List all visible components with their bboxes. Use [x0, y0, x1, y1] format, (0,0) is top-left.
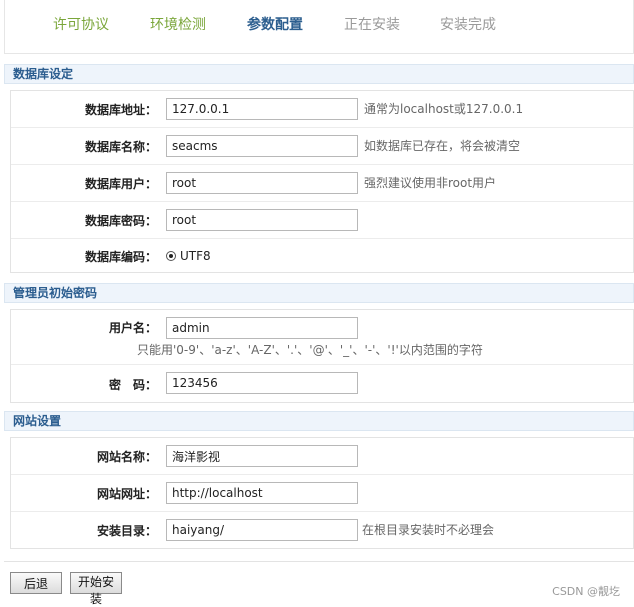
site-url-input[interactable]: [166, 482, 358, 504]
admin-settings-panel: 用户名： 只能用'0-9'、'a-z'、'A-Z'、'.'、'@'、'_'、'-…: [10, 309, 634, 403]
db-user-label: 数据库用户：: [84, 177, 157, 191]
row-db-charset: 数据库编码： UTF8: [11, 239, 633, 273]
db-password-label: 数据库密码：: [84, 214, 157, 228]
step-installing: 正在安装: [344, 17, 400, 33]
install-steps: 许可协议 环境检测 参数配置 正在安装 安装完成: [4, 0, 634, 54]
admin-username-hint: 只能用'0-9'、'a-z'、'A-Z'、'.'、'@'、'_'、'-'、'!'…: [137, 343, 483, 357]
admin-username-input[interactable]: [166, 317, 358, 339]
row-db-name: 数据库名称： 如数据库已存在，将会被清空: [11, 128, 633, 165]
section-title-site: 网站设置: [4, 411, 634, 431]
database-settings-panel: 数据库地址： 通常为localhost或127.0.0.1 数据库名称： 如数据…: [10, 90, 634, 273]
row-db-password: 数据库密码：: [11, 202, 633, 239]
section-title-admin: 管理员初始密码: [4, 283, 634, 303]
step-env-check: 环境检测: [150, 17, 206, 33]
db-name-input[interactable]: [166, 135, 358, 157]
row-install-dir: 安装目录： 在根目录安装时不必理会: [11, 512, 633, 549]
row-admin-username: 用户名： 只能用'0-9'、'a-z'、'A-Z'、'.'、'@'、'_'、'-…: [11, 310, 633, 365]
db-password-input[interactable]: [166, 209, 358, 231]
db-host-hint: 通常为localhost或127.0.0.1: [364, 102, 524, 116]
row-site-url: 网站网址：: [11, 475, 633, 512]
site-settings-panel: 网站名称： 网站网址： 安装目录： 在根目录安装时不必理会: [10, 437, 634, 549]
step-config: 参数配置: [247, 17, 303, 33]
charset-utf8-label: UTF8: [180, 249, 211, 263]
charset-utf8-radio[interactable]: [166, 251, 176, 261]
site-name-input[interactable]: [166, 445, 358, 467]
db-name-label: 数据库名称：: [84, 140, 157, 154]
row-db-host: 数据库地址： 通常为localhost或127.0.0.1: [11, 91, 633, 128]
admin-password-input[interactable]: [166, 372, 358, 394]
row-site-name: 网站名称：: [11, 438, 633, 475]
install-dir-hint: 在根目录安装时不必理会: [362, 523, 495, 537]
db-user-hint: 强烈建议使用非root用户: [364, 176, 497, 190]
install-dir-label: 安装目录：: [96, 524, 157, 538]
site-name-label: 网站名称：: [96, 450, 157, 464]
watermark-text: CSDN @靓圪: [552, 585, 620, 598]
row-admin-password: 密 码：: [11, 365, 633, 403]
db-host-label: 数据库地址：: [84, 103, 157, 117]
admin-username-label: 用户名：: [108, 321, 157, 335]
charset-utf8-option[interactable]: UTF8: [166, 249, 211, 263]
step-license: 许可协议: [53, 17, 109, 33]
admin-password-label: 密 码：: [108, 378, 157, 392]
site-url-label: 网站网址：: [96, 487, 157, 501]
back-button[interactable]: 后退: [10, 572, 62, 594]
step-complete: 安装完成: [440, 17, 496, 33]
db-name-hint: 如数据库已存在，将会被清空: [364, 139, 521, 153]
db-user-input[interactable]: [166, 172, 358, 194]
row-db-user: 数据库用户： 强烈建议使用非root用户: [11, 165, 633, 202]
db-charset-label: 数据库编码：: [84, 250, 157, 264]
install-dir-input[interactable]: [166, 519, 358, 541]
db-host-input[interactable]: [166, 98, 358, 120]
section-title-database: 数据库设定: [4, 64, 634, 84]
start-install-button[interactable]: 开始安装: [70, 572, 122, 606]
